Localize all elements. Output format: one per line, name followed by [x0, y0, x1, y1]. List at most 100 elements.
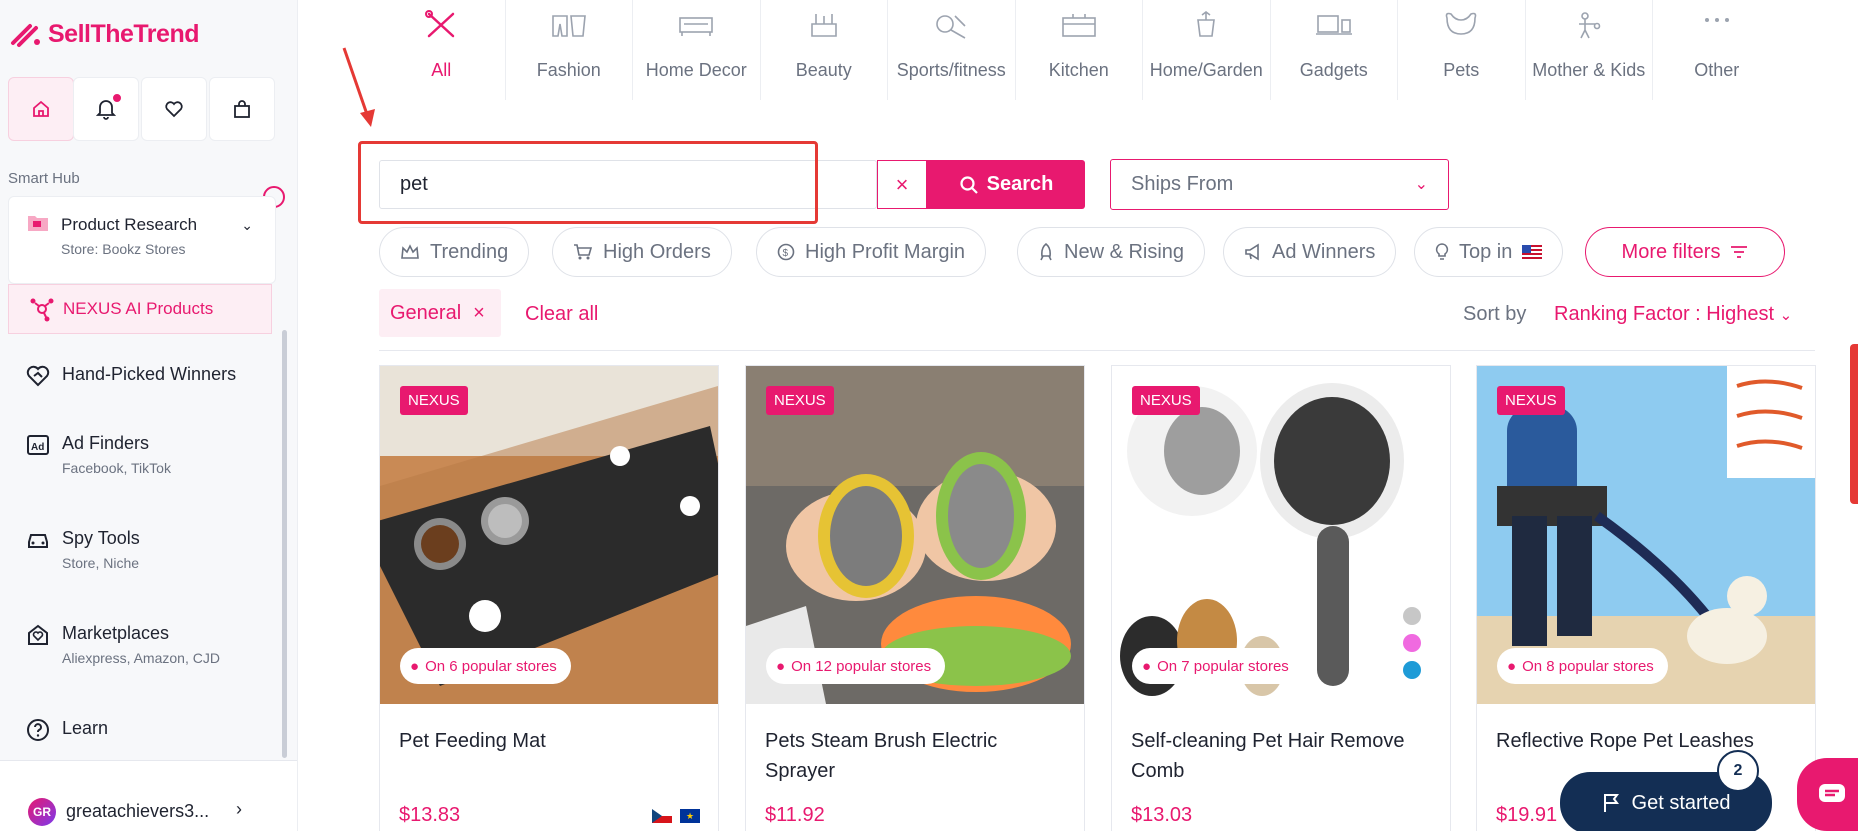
- category-beauty[interactable]: Beauty: [761, 0, 888, 100]
- sidebar-scrollbar[interactable]: [282, 330, 287, 758]
- filter-top-in[interactable]: Top in: [1414, 227, 1564, 277]
- product-image[interactable]: NEXUS ● On 7 popular stores: [1112, 366, 1450, 704]
- sidebar: SellTheTrend Smart Hub Product Research …: [0, 0, 298, 831]
- chevron-right-icon: ›: [236, 799, 242, 819]
- more-filters-button[interactable]: More filters: [1585, 227, 1785, 277]
- remove-filter-icon[interactable]: ×: [473, 302, 485, 325]
- favorites-button[interactable]: [141, 77, 207, 141]
- product-research-store: Store: Bookz Stores: [61, 241, 186, 257]
- product-research-menu[interactable]: Product Research Store: Bookz Stores ⌄: [8, 196, 276, 284]
- popularity-text: On 6 popular stores: [425, 657, 557, 675]
- filter-high-orders[interactable]: High Orders: [552, 227, 732, 277]
- side-feedback-tab[interactable]: [1850, 344, 1858, 504]
- avatar: GR: [28, 798, 56, 826]
- nexus-badge: NEXUS: [1497, 386, 1565, 415]
- car-icon: [28, 534, 48, 548]
- filter-new-rising[interactable]: New & Rising: [1017, 227, 1206, 277]
- notifications-button[interactable]: [73, 77, 139, 141]
- chevron-down-icon[interactable]: ⌄: [241, 217, 253, 234]
- section-label: Smart Hub: [8, 170, 80, 187]
- notification-dot: [111, 92, 123, 104]
- chat-button[interactable]: [1797, 758, 1858, 831]
- sidebar-item-nexus[interactable]: NEXUS AI Products: [8, 284, 272, 334]
- beauty-icon: [810, 14, 837, 37]
- clear-all-link[interactable]: Clear all: [525, 303, 598, 326]
- sofa-icon: [679, 17, 714, 36]
- filter-trending[interactable]: Trending: [379, 227, 530, 277]
- category-other[interactable]: Other: [1653, 0, 1781, 100]
- product-research-title: Product Research: [61, 215, 198, 234]
- search-button-label: Search: [986, 173, 1054, 195]
- sort-select[interactable]: Ranking Factor : Highest ⌄: [1554, 303, 1792, 326]
- category-fashion[interactable]: Fashion: [506, 0, 633, 100]
- product-title[interactable]: Self-cleaning Pet Hair Remove Comb: [1131, 726, 1431, 786]
- user-menu[interactable]: GR greatachievers3... ›: [0, 760, 297, 831]
- category-label: Sports/fitness: [896, 60, 1006, 80]
- product-title[interactable]: Reflective Rope Pet Leashes: [1496, 726, 1796, 756]
- logo[interactable]: SellTheTrend: [10, 20, 199, 49]
- product-image[interactable]: NEXUS ● On 8 popular stores: [1477, 366, 1815, 704]
- product-price: $19.91: [1496, 804, 1558, 826]
- steps-count-badge: 2: [1717, 750, 1759, 792]
- category-kitchen[interactable]: Kitchen: [1016, 0, 1143, 100]
- filter-high-profit[interactable]: $ High Profit Margin: [756, 227, 987, 277]
- filter-label: Top in: [1459, 240, 1513, 263]
- product-card[interactable]: NEXUS ● On 6 popular stores Pet Feeding M…: [379, 365, 719, 831]
- ships-from-select[interactable]: Ships From ⌄: [1110, 159, 1449, 210]
- category-sports[interactable]: Sports/fitness: [888, 0, 1016, 100]
- us-flag-icon: [1522, 245, 1543, 259]
- popularity-badge: ● On 8 popular stores: [1497, 648, 1668, 684]
- logo-text: SellTheTrend: [48, 20, 199, 48]
- product-image[interactable]: NEXUS ● On 6 popular stores: [380, 366, 718, 704]
- product-image[interactable]: NEXUS ● On 12 popular stores: [746, 366, 1084, 704]
- product-card[interactable]: NEXUS ● On 12 popular stores Pets Steam B…: [745, 365, 1085, 831]
- product-card[interactable]: NEXUS ● On 7 popular stores Self-cleaning…: [1111, 365, 1451, 831]
- rocket-icon: [1040, 243, 1052, 261]
- shipping-flags: ★: [652, 809, 700, 823]
- home-button[interactable]: [8, 77, 74, 141]
- chevron-down-icon: ⌄: [1414, 176, 1428, 193]
- search-button[interactable]: Search: [927, 160, 1085, 209]
- cart-icon: [574, 244, 593, 260]
- product-price: $13.03: [1131, 804, 1193, 826]
- flame-icon: ●: [776, 657, 786, 675]
- sidebar-item-label: NEXUS AI Products: [63, 299, 214, 318]
- get-started-label: Get started: [1631, 791, 1731, 814]
- category-pets[interactable]: Pets: [1398, 0, 1526, 100]
- popularity-text: On 12 popular stores: [791, 657, 932, 675]
- sidebar-item-label: Hand-Picked Winners: [62, 364, 237, 384]
- filter-label: More filters: [1621, 240, 1721, 263]
- sports-icon: [936, 15, 966, 39]
- heart-handshake-icon: [26, 365, 50, 387]
- czech-flag-icon: [652, 809, 672, 823]
- lightbulb-icon: [1435, 243, 1449, 260]
- category-home-decor[interactable]: Home Decor: [633, 0, 761, 100]
- product-title[interactable]: Pet Feeding Mat: [399, 726, 699, 756]
- category-label: Mother & Kids: [1532, 60, 1646, 80]
- chat-icon: [1819, 783, 1845, 802]
- fashion-icon: [551, 15, 586, 37]
- category-mother-kids[interactable]: Mother & Kids: [1526, 0, 1653, 100]
- active-filter-tag[interactable]: General ×: [379, 289, 501, 337]
- crown-icon: [401, 244, 419, 259]
- filter-label: High Orders: [603, 240, 711, 263]
- filter-icon: [1731, 246, 1748, 258]
- product-card[interactable]: NEXUS ● On 8 popular stores Reflective Ro…: [1476, 365, 1816, 831]
- help-icon: [27, 719, 49, 741]
- garden-icon: [1197, 11, 1216, 37]
- product-title[interactable]: Pets Steam Brush Electric Sprayer: [765, 726, 1065, 786]
- category-gadgets[interactable]: Gadgets: [1271, 0, 1398, 100]
- category-all[interactable]: All: [378, 0, 506, 100]
- sidebar-item-subtitle: Store, Niche: [62, 555, 140, 571]
- category-home-garden[interactable]: Home/Garden: [1143, 0, 1271, 100]
- flame-icon: ●: [1507, 657, 1517, 675]
- clear-search-button[interactable]: ×: [877, 160, 927, 209]
- cart-button[interactable]: [209, 77, 275, 141]
- eu-flag-icon: ★: [680, 809, 700, 823]
- popularity-text: On 8 popular stores: [1522, 657, 1654, 675]
- flame-icon: ●: [410, 657, 420, 675]
- filter-ad-winners[interactable]: Ad Winners: [1223, 227, 1397, 277]
- category-label: Beauty: [795, 60, 852, 80]
- chevron-down-icon: ⌄: [1779, 307, 1793, 324]
- sort-value: Ranking Factor : Highest: [1554, 303, 1775, 325]
